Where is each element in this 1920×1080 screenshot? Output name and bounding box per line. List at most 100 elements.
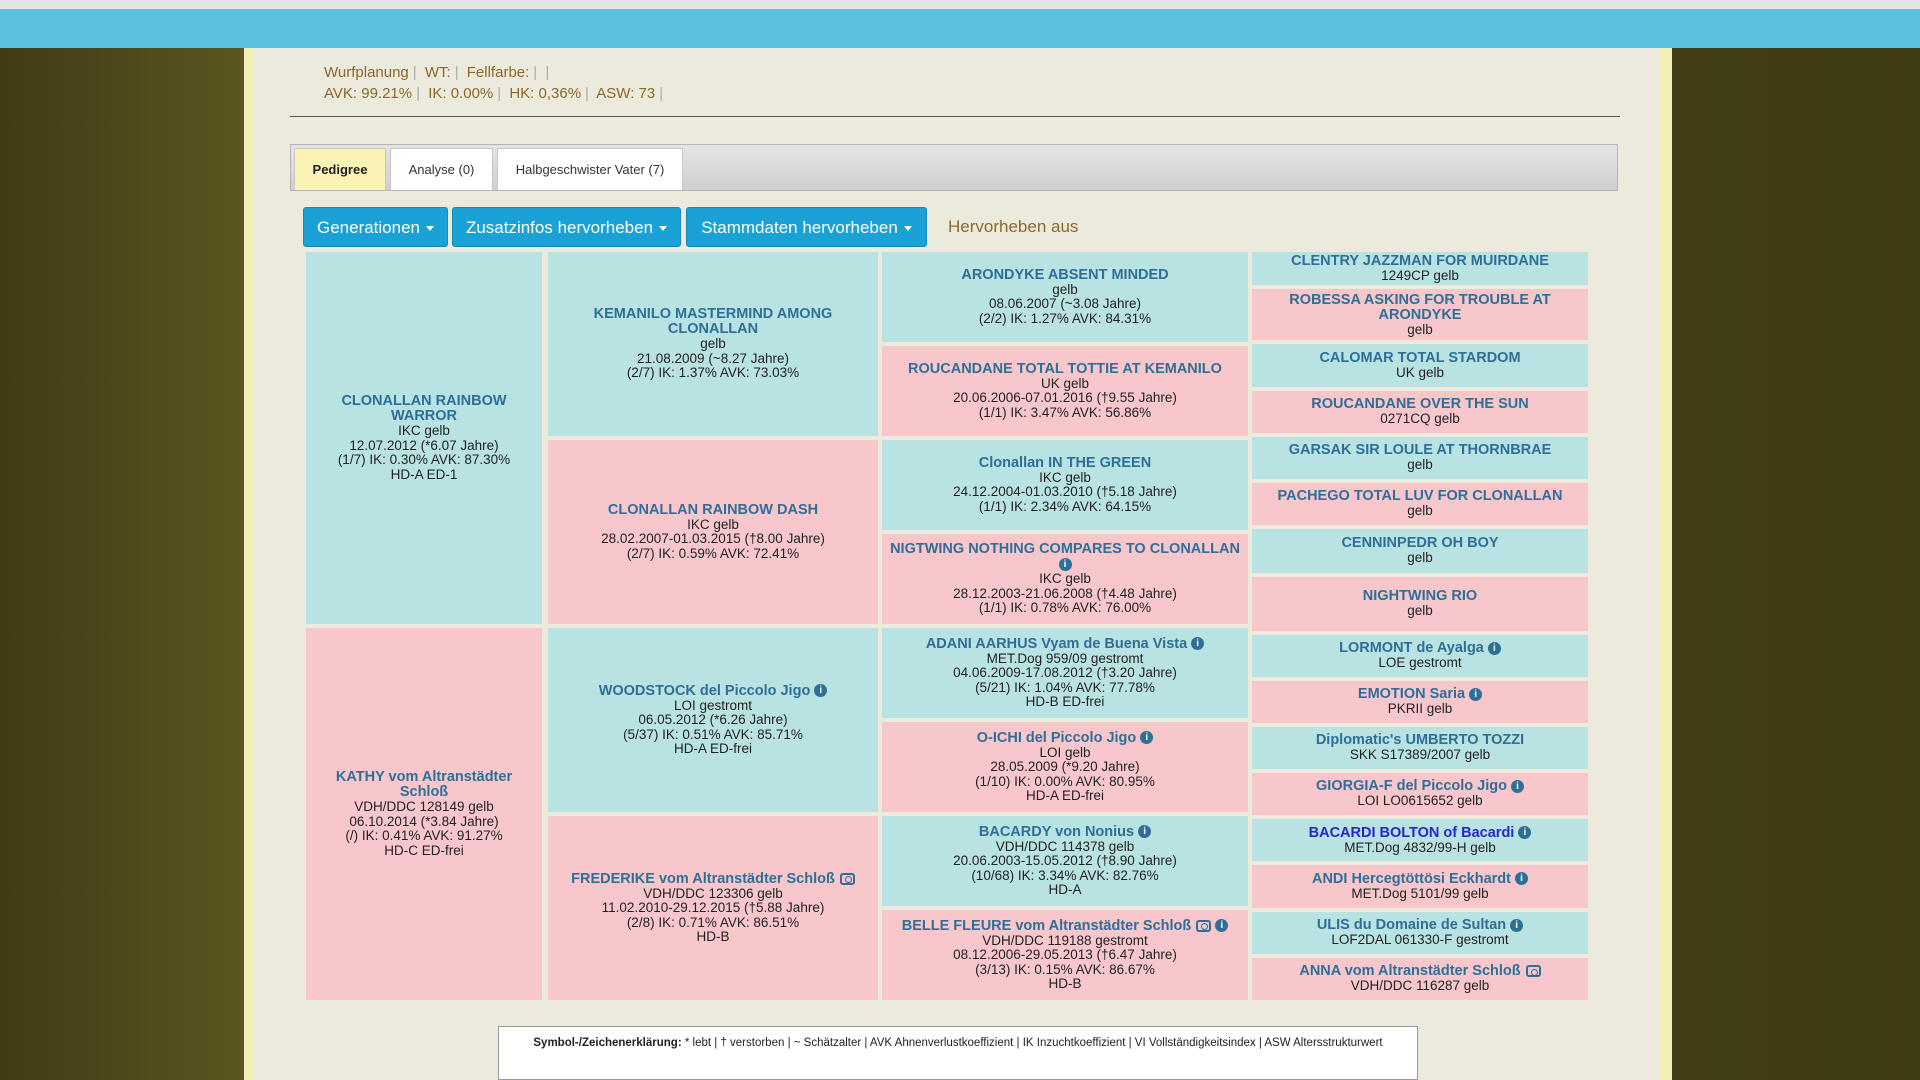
camera-icon[interactable] <box>1196 919 1212 932</box>
info-icon[interactable]: i <box>1510 918 1524 932</box>
dog-name-link[interactable]: BELLE FLEURE vom Altranstädter Schloß i <box>898 918 1233 934</box>
wt-label: WT: <box>424 64 451 81</box>
dog-detail-line: 28.02.2007-01.03.2015 (†8.00 Jahre) <box>601 531 825 547</box>
pedigree-cell: KATHY vom Altranstädter Schloß VDH/DDC 12… <box>306 628 542 1000</box>
dog-detail-line: IKC gelb <box>1039 469 1091 485</box>
left-border <box>244 48 254 1080</box>
dog-name-link[interactable]: NIGTWING NOTHING COMPARES TO CLONALLAN <box>886 542 1244 557</box>
dog-name-link[interactable]: GIORGIA-F del Piccolo Jigo i <box>1312 779 1528 794</box>
generationen-dropdown[interactable]: Generationen <box>303 207 448 247</box>
pedigree-cell: WOODSTOCK del Piccolo Jigo i LOI gestromt 0… <box>548 628 878 812</box>
generationen-label: Generationen <box>316 218 421 237</box>
dog-name: LORMONT de Ayalga <box>1339 639 1484 656</box>
info-icon[interactable]: i <box>1058 558 1072 572</box>
dog-name: GARSAK SIR LOULE AT THORNBRAE <box>1288 442 1552 459</box>
dog-detail-line: gelb <box>1407 603 1433 619</box>
dog-detail-line: 08.12.2006-29.05.2013 (†6.47 Jahre) <box>953 947 1177 962</box>
dog-detail-line: 21.08.2009 (~8.27 Jahre) <box>637 350 789 366</box>
info-icon[interactable]: i <box>1510 780 1524 794</box>
camera-icon[interactable] <box>839 872 855 885</box>
dog-name-link[interactable]: NIGHTWING RIO <box>1359 589 1481 604</box>
dog-detail-line: IKC gelb <box>398 423 450 438</box>
dog-detail-line: 28.12.2003-21.06.2008 (†4.48 Jahre) <box>953 585 1177 601</box>
dog-name-link[interactable]: Diplomatic's UMBERTO TOZZI <box>1312 733 1528 748</box>
info-icon[interactable]: i <box>814 684 828 698</box>
zusatzinfos-dropdown[interactable]: Zusatzinfos hervorheben <box>452 207 681 247</box>
dog-name-link[interactable]: KATHY vom Altranstädter Schloß <box>306 770 542 800</box>
pedigree-cell: BELLE FLEURE vom Altranstädter Schloß i VD… <box>882 910 1248 1000</box>
info-icon[interactable]: i <box>1138 825 1152 839</box>
dog-name-link[interactable]: CLONALLAN RAINBOW DASH <box>604 502 822 518</box>
info-icon[interactable]: i <box>1191 637 1205 651</box>
info-icon[interactable]: i <box>1215 919 1229 933</box>
avk-value: AVK: 99.21% <box>324 85 413 102</box>
tab-analyse[interactable]: Analyse (0) <box>390 148 493 190</box>
dog-name-link[interactable]: CENNINPEDR OH BOY <box>1337 536 1502 551</box>
dog-name-link[interactable]: BACARDI BOLTON of Bacardi i <box>1305 825 1536 841</box>
tab-pedigree[interactable]: Pedigree <box>294 148 386 190</box>
dog-detail-line: LOF2DAL 061330-F gestromt <box>1331 931 1509 947</box>
dog-detail-line: (1/1) IK: 2.34% AVK: 64.15% <box>978 498 1152 514</box>
dog-name-link[interactable]: PACHEGO TOTAL LUV FOR CLONALLAN <box>1274 489 1567 504</box>
dog-name-link[interactable]: GARSAK SIR LOULE AT THORNBRAE <box>1285 443 1556 458</box>
dog-name-link[interactable]: O-ICHI del Piccolo Jigo i <box>973 730 1158 746</box>
dog-name: WOODSTOCK del Piccolo Jigo <box>598 682 811 699</box>
info-icon[interactable]: i <box>1487 641 1501 655</box>
dog-name-link[interactable]: ULIS du Domaine de Sultan i <box>1313 917 1527 933</box>
dog-name-link[interactable]: ANDI Hercegtöttösi Eckhardt i <box>1308 871 1532 887</box>
dog-name-link[interactable]: ROBESSA ASKING FOR TROUBLE AT ARONDYKE <box>1252 292 1588 323</box>
info-row-2: AVK: 99.21% | IK: 0.00% | HK: 0,36% | ASW: … <box>324 85 664 102</box>
dog-name-link[interactable]: ANNA vom Altranstädter Schloß <box>1295 964 1544 979</box>
hervorheben-aus-link[interactable]: Hervorheben aus <box>948 207 1078 247</box>
dog-detail-line: (2/2) IK: 1.27% AVK: 84.31% <box>978 310 1152 326</box>
fellfarbe-label: Fellfarbe: <box>466 64 530 81</box>
info-icon[interactable]: i <box>1518 826 1532 840</box>
pedigree-cell: CLENTRY JAZZMAN FOR MUIRDANE 1249CP gelb <box>1252 252 1588 286</box>
dog-name-link[interactable]: KEMANILO MASTERMIND AMONG CLONALLAN <box>548 307 878 337</box>
dog-detail-line: 06.05.2012 (*6.26 Jahre) <box>638 712 788 727</box>
dog-name-link[interactable]: ADANI AARHUS Vyam de Buena Vista i <box>922 635 1208 652</box>
dog-name: ROUCANDANE OVER THE SUN <box>1311 395 1529 412</box>
pedigree-cell: O-ICHI del Piccolo Jigo i LOI gelb 28.05.20… <box>882 722 1248 812</box>
dog-name: BACARDY von Nonius <box>978 823 1135 840</box>
dog-detail-line: (5/21) IK: 1.04% AVK: 77.78% <box>975 679 1155 695</box>
dog-detail-line: HD-B ED-frei <box>1025 694 1105 709</box>
pedigree-cell: ANNA vom Altranstädter Schloß VDH/DDC 116… <box>1252 957 1588 1000</box>
pedigree-cell: ANDI Hercegtöttösi Eckhardt i MET.Dog 5101… <box>1252 865 1588 908</box>
wurfplanung-link[interactable]: Wurfplanung <box>324 64 409 81</box>
dog-name-link[interactable]: LORMONT de Ayalga i <box>1335 639 1505 656</box>
dog-detail-line: IKC gelb <box>687 516 739 532</box>
dog-detail-line: (1/10) IK: 0.00% AVK: 80.95% <box>975 773 1155 789</box>
dog-detail-line: gelb <box>1052 281 1078 297</box>
dog-detail-line: 12.07.2012 (*6.07 Jahre) <box>349 437 499 453</box>
pedigree-cell: CLONALLAN RAINBOW WARROR IKC gelb 12.07.20… <box>306 252 542 624</box>
dog-name: GIORGIA-F del Piccolo Jigo <box>1316 778 1507 795</box>
dog-name: CLENTRY JAZZMAN FOR MUIRDANE <box>1291 252 1549 269</box>
stammdaten-dropdown[interactable]: Stammdaten hervorheben <box>686 207 927 247</box>
dog-name-link[interactable]: WOODSTOCK del Piccolo Jigo i <box>595 682 832 699</box>
dog-name-link[interactable]: FREDERIKE vom Altranstädter Schloß <box>567 871 859 887</box>
dog-name-link[interactable]: CLENTRY JAZZMAN FOR MUIRDANE <box>1287 252 1553 269</box>
pedigree-cell: PACHEGO TOTAL LUV FOR CLONALLAN gelb <box>1252 482 1588 526</box>
dog-name-link[interactable]: CLONALLAN RAINBOW WARROR <box>306 394 542 424</box>
dog-name-link[interactable]: ROUCANDANE OVER THE SUN <box>1307 395 1533 412</box>
dog-name-link[interactable]: ROUCANDANE TOTAL TOTTIE AT KEMANILO <box>904 361 1226 377</box>
dog-detail-line: PKRII gelb <box>1387 701 1453 717</box>
dog-name: ADANI AARHUS Vyam de Buena Vista <box>925 635 1188 652</box>
dog-name-link[interactable]: EMOTION Saria i <box>1354 687 1486 702</box>
camera-icon[interactable] <box>1525 965 1541 978</box>
pedigree-cell: NIGHTWING RIO gelb <box>1252 577 1588 631</box>
dog-name-link[interactable]: Clonallan IN THE GREEN <box>975 455 1155 471</box>
dog-detail-line: IKC gelb <box>1039 571 1091 587</box>
info-icon[interactable]: i <box>1140 731 1154 745</box>
info-icon[interactable]: i <box>1469 687 1483 701</box>
dog-detail-line: (/) IK: 0.41% AVK: 91.27% <box>345 828 503 843</box>
dog-name: ARONDYKE ABSENT MINDED <box>961 266 1169 283</box>
dog-name-link[interactable]: CALOMAR TOTAL STARDOM <box>1315 350 1524 366</box>
dog-name-link[interactable]: ARONDYKE ABSENT MINDED <box>957 266 1172 283</box>
dog-name-link[interactable]: BACARDY von Nonius i <box>975 823 1155 840</box>
info-icon[interactable]: i <box>1515 872 1528 886</box>
content-panel: Wurfplanung | WT: | Fellfarbe: | | AVK: 99.… <box>254 48 1660 1080</box>
caret-down-icon <box>903 226 912 232</box>
tab-halbgeschwister[interactable]: Halbgeschwister Vater (7) <box>497 148 683 190</box>
